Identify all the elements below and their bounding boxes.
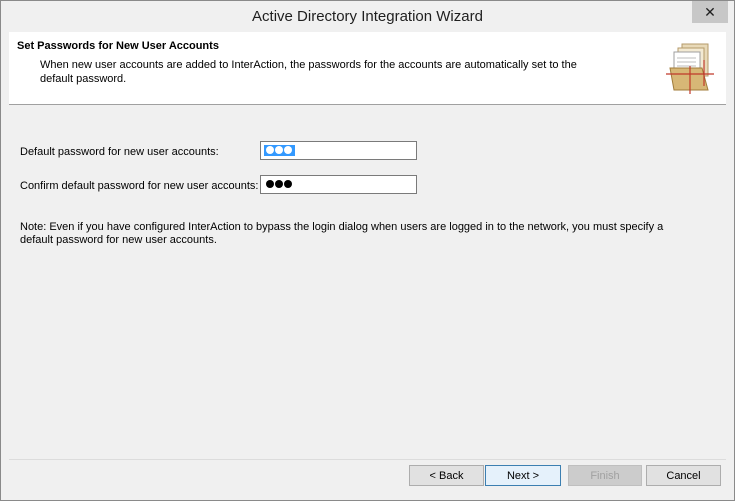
password-dot xyxy=(284,146,292,154)
back-button[interactable]: < Back xyxy=(409,465,484,486)
wizard-content: Default password for new user accounts: … xyxy=(9,105,726,460)
confirm-password-dots xyxy=(264,179,295,190)
password-dot xyxy=(275,180,283,188)
confirm-password-label: Confirm default password for new user ac… xyxy=(20,180,259,192)
folder-documents-icon xyxy=(666,43,714,94)
next-button[interactable]: Next > xyxy=(485,465,561,486)
close-button[interactable]: ✕ xyxy=(692,1,728,23)
password-dot xyxy=(284,180,292,188)
wizard-window: Active Directory Integration Wizard ✕ Se… xyxy=(0,0,735,501)
default-password-field[interactable] xyxy=(260,141,417,160)
close-icon: ✕ xyxy=(704,4,716,20)
password-dot xyxy=(266,146,274,154)
page-description: When new user accounts are added to Inte… xyxy=(40,59,577,85)
cancel-button[interactable]: Cancel xyxy=(646,465,721,486)
default-password-dots xyxy=(264,145,295,156)
page-title: Set Passwords for New User Accounts xyxy=(17,40,219,52)
title-bar[interactable]: Active Directory Integration Wizard ✕ xyxy=(1,1,734,32)
password-dot xyxy=(275,146,283,154)
footer-divider xyxy=(9,459,726,460)
password-dot xyxy=(266,180,274,188)
finish-button[interactable]: Finish xyxy=(568,465,642,486)
default-password-label: Default password for new user accounts: xyxy=(20,146,219,158)
window-title: Active Directory Integration Wizard xyxy=(252,8,483,25)
confirm-password-field[interactable] xyxy=(260,175,417,194)
note-text: Note: Even if you have configured InterA… xyxy=(20,221,664,246)
wizard-header: Set Passwords for New User Accounts When… xyxy=(9,32,726,105)
